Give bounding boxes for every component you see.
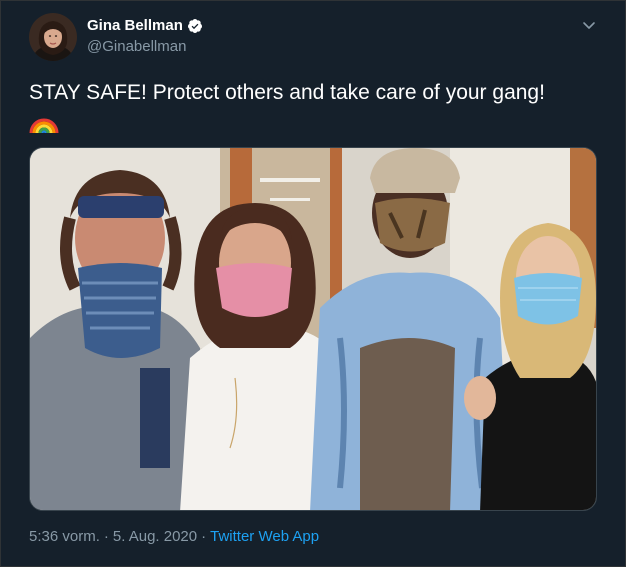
tweet-card: Gina Bellman @Ginabellman STAY SAFE! Pro… <box>0 0 626 567</box>
meta-separator: · <box>201 528 207 545</box>
tweet-meta: 5:36 vorm. · 5. Aug. 2020 · Twitter Web … <box>29 528 319 545</box>
tweet-date[interactable]: 5. Aug. 2020 <box>113 528 197 545</box>
photo-image <box>30 148 596 510</box>
tweet-text: STAY SAFE! Protect others and take care … <box>29 81 545 104</box>
meta-separator: · <box>103 528 109 545</box>
tweet-photo[interactable] <box>29 147 597 511</box>
avatar[interactable] <box>29 13 77 61</box>
tweet-time[interactable]: 5:36 vorm. <box>29 528 100 545</box>
rainbow-emoji-icon <box>29 107 59 135</box>
avatar-image <box>29 13 77 61</box>
user-name-row[interactable]: Gina Bellman <box>87 17 203 34</box>
chevron-down-icon[interactable] <box>579 15 599 35</box>
tweet-source-link[interactable]: Twitter Web App <box>210 528 319 545</box>
verified-badge-icon <box>187 18 203 34</box>
display-name: Gina Bellman <box>87 17 183 34</box>
user-handle[interactable]: @Ginabellman <box>87 38 186 55</box>
